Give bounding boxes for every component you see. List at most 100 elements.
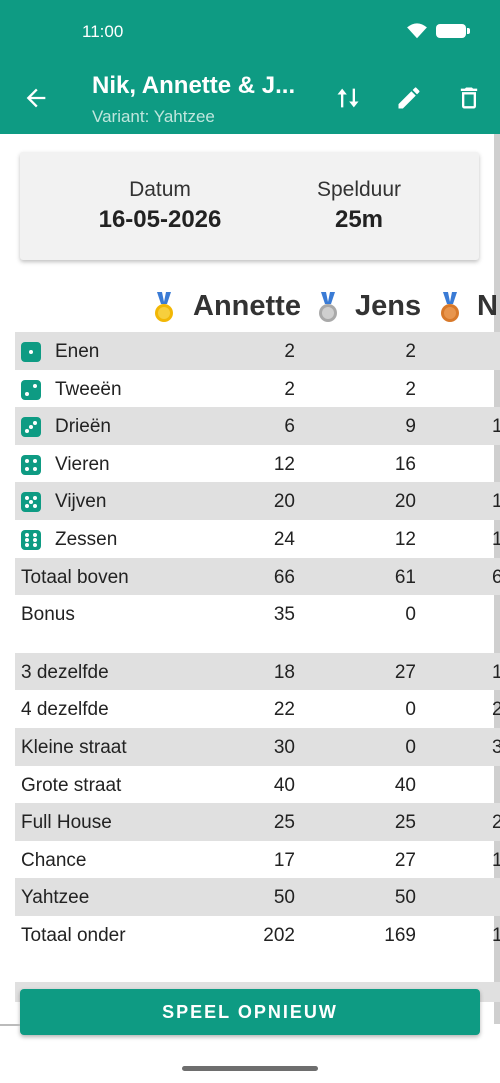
game-summary-card: Datum 16-05-2026 Spelduur 25m (20, 152, 479, 260)
table-row: Chance 17 27 1 (15, 841, 500, 879)
table-row: Totaal boven 66 61 6 (15, 557, 500, 596)
page-title: Nik, Annette & J... (92, 72, 296, 99)
row-label: 3 dezelfde (21, 661, 109, 683)
score-cell: 27 (394, 661, 416, 683)
table-row: Totaal onder 202 169 1( (15, 916, 500, 954)
row-label: Bonus (21, 604, 75, 626)
score-cell: 24 (273, 528, 295, 550)
variant-subtitle: Variant: Yahtzee (92, 107, 215, 126)
score-cell: 50 (394, 887, 416, 909)
player-name: Annette (193, 290, 301, 322)
score-cell: 2 (492, 699, 500, 721)
player-header: Annette Jens N (0, 288, 500, 328)
score-cell: 3 (492, 736, 500, 758)
score-cell: 6 (284, 416, 295, 438)
table-row: Enen 2 2 (15, 332, 500, 370)
score-cell: 35 (273, 604, 295, 626)
row-label: Drieën (55, 416, 111, 438)
dice-six-icon (21, 529, 41, 550)
dice-four-icon (21, 454, 41, 475)
score-cell: 9 (405, 416, 416, 438)
score-cell: 50 (273, 887, 295, 909)
status-icons (406, 22, 470, 40)
score-cell: 18 (273, 661, 295, 683)
back-arrow-icon[interactable] (22, 84, 50, 112)
player-name: N (477, 290, 498, 322)
date-value: 16-05-2026 (98, 206, 222, 233)
score-cell: 1( (492, 924, 500, 946)
silver-medal-icon (319, 292, 337, 322)
score-cell: 22 (273, 699, 295, 721)
date-label: Datum (129, 178, 191, 201)
row-label: Tweeën (55, 378, 122, 400)
score-cell: 1 (492, 661, 500, 683)
score-table: Enen 2 2 Tweeën 2 2 Drieën 6 9 1 Vieren … (15, 332, 500, 954)
score-cell: 25 (273, 812, 295, 834)
table-row: Bonus 35 0 (15, 595, 500, 633)
score-cell: 16 (394, 453, 416, 475)
score-cell: 2 (405, 341, 416, 362)
row-label: 4 dezelfde (21, 699, 109, 721)
date-block: Datum 16-05-2026 (60, 178, 260, 234)
dice-three-icon (21, 417, 41, 438)
row-label: Zessen (55, 528, 118, 550)
divider (0, 1024, 20, 1026)
sort-icon[interactable] (334, 84, 362, 112)
score-cell: 2 (492, 812, 500, 834)
duration-value: 25m (334, 206, 384, 233)
score-cell: 169 (384, 924, 416, 946)
row-label: Full House (21, 812, 112, 834)
table-row: Vijven 20 20 1 (15, 482, 500, 520)
score-cell: 2 (284, 378, 295, 400)
row-label: Vijven (55, 491, 107, 513)
score-cell: 0 (405, 736, 416, 758)
row-label: Grote straat (21, 774, 122, 796)
score-cell: 2 (405, 378, 416, 400)
bronze-medal-icon (441, 292, 459, 322)
row-label: Chance (21, 849, 87, 871)
gold-medal-icon (155, 292, 173, 322)
score-cell: 0 (405, 699, 416, 721)
score-cell: 0 (405, 604, 416, 626)
score-cell: 6 (492, 566, 500, 588)
table-row: Grote straat 40 40 (15, 766, 500, 804)
row-label: Kleine straat (21, 736, 127, 758)
duration-block: Spelduur 25m (259, 178, 459, 234)
play-again-label: SPEEL OPNIEUW (162, 1001, 338, 1022)
table-row: Yahtzee 50 50 (15, 878, 500, 916)
dice-two-icon (21, 379, 41, 400)
score-cell: 2 (284, 341, 295, 362)
score-cell: 20 (273, 491, 295, 513)
score-cell: 40 (394, 774, 416, 796)
score-cell: 1 (492, 528, 500, 550)
table-row: Tweeën 2 2 (15, 370, 500, 408)
score-cell: 25 (394, 812, 416, 834)
score-cell: 30 (273, 736, 295, 758)
app-bar: 11:00 Nik, Annette & J... Variant: Yahtz… (0, 0, 500, 134)
table-row: Kleine straat 30 0 3 (15, 727, 500, 766)
score-cell: 66 (273, 566, 295, 588)
table-row: Full House 25 25 2 (15, 803, 500, 841)
score-cell: 12 (394, 528, 416, 550)
edit-pencil-icon[interactable] (395, 84, 423, 112)
battery-icon (436, 24, 470, 38)
score-cell: 202 (263, 924, 295, 946)
row-label: Vieren (55, 453, 110, 475)
delete-trash-icon[interactable] (455, 84, 483, 112)
table-row: Zessen 24 12 1 (15, 520, 500, 558)
score-cell: 1 (492, 491, 500, 513)
score-cell: 27 (394, 849, 416, 871)
score-cell: 1 (492, 849, 500, 871)
score-cell: 20 (394, 491, 416, 513)
row-label: Yahtzee (21, 887, 90, 909)
gesture-nav-handle[interactable] (182, 1066, 318, 1071)
score-cell: 12 (273, 453, 295, 475)
duration-label: Spelduur (316, 178, 402, 201)
table-row: 4 dezelfde 22 0 2 (15, 690, 500, 728)
play-again-button[interactable]: SPEEL OPNIEUW (20, 989, 480, 1035)
dice-five-icon (21, 492, 41, 513)
player-name: Jens (355, 290, 422, 322)
table-row: Drieën 6 9 1 (15, 407, 500, 445)
score-cell: 61 (394, 566, 416, 588)
